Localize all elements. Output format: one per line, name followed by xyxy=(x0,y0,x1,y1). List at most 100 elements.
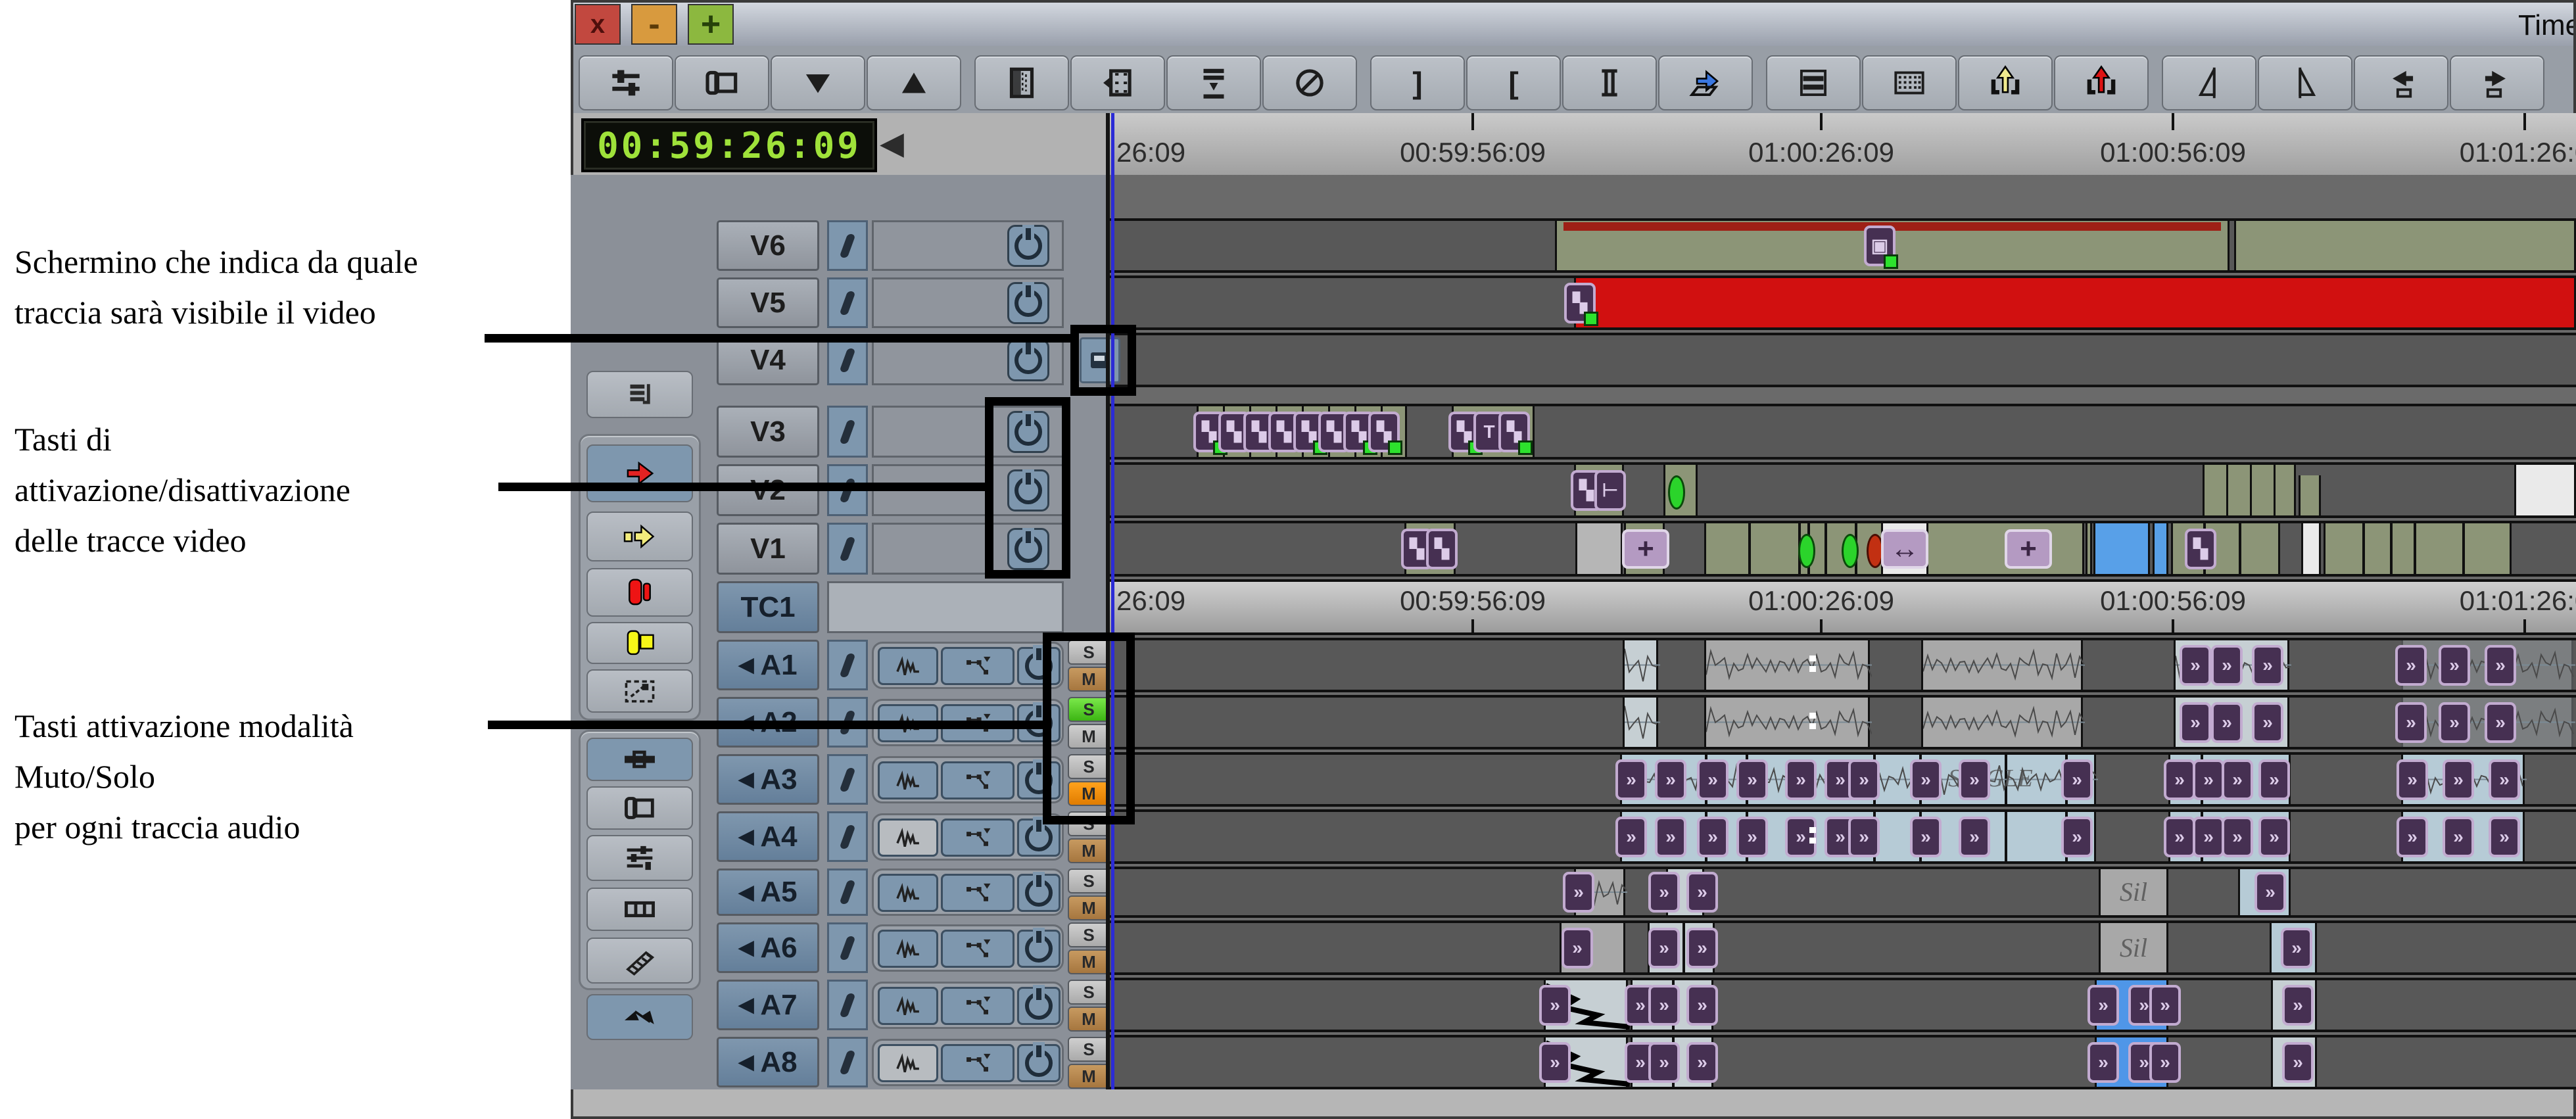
timeline-clip[interactable]: » xyxy=(1544,1037,1628,1087)
timeline-clip[interactable]: ▚⊢ xyxy=(1574,465,1624,515)
sidebar-button-yellow-arrow[interactable] xyxy=(586,512,693,561)
sidebar-button-list-menu[interactable] xyxy=(586,371,693,418)
toolbar-button-segment-mode[interactable] xyxy=(1766,55,1861,110)
timeline-clip[interactable]: ▚T▚ xyxy=(1452,406,1535,457)
toolbar-button-dissolve[interactable] xyxy=(974,55,1069,110)
timeline-clip[interactable] xyxy=(2301,523,2321,574)
timeline-clip[interactable]: » xyxy=(2271,980,2317,1030)
timeline-clip[interactable]: »»»» xyxy=(2168,755,2291,804)
waveform-button[interactable] xyxy=(878,874,938,912)
toolbar-button-step-up[interactable] xyxy=(867,55,961,110)
toolbar-button-collapse[interactable] xyxy=(1166,55,1261,110)
timeline-clip[interactable]: ▚▚ xyxy=(1404,523,1456,574)
automation-button[interactable] xyxy=(941,761,1014,799)
mute-button-a6[interactable]: M xyxy=(1068,949,1110,974)
effect-icon-audio[interactable]: » xyxy=(2485,702,2516,743)
effect-icon-audio[interactable]: » xyxy=(1648,1042,1680,1083)
automation-button[interactable] xyxy=(941,987,1014,1025)
effect-icon-audio[interactable]: » xyxy=(2439,702,2470,743)
green-keyframe-oval[interactable] xyxy=(1668,475,1685,510)
track-lane-v6[interactable]: ▣ xyxy=(1110,218,2576,273)
effect-icon-audio[interactable]: » xyxy=(2087,1042,2119,1083)
timecode-collapse-arrow-icon[interactable]: ◀ xyxy=(880,125,904,162)
effect-icon-audio[interactable]: » xyxy=(1959,759,1990,800)
effect-icon-checker[interactable]: ▚ xyxy=(1498,412,1530,452)
toolbar-button-track-sliders[interactable] xyxy=(579,55,673,110)
pencil-cell-a4[interactable] xyxy=(827,811,868,862)
sidebar-button-yellow-clip[interactable] xyxy=(586,622,693,664)
effect-icon-audio[interactable]: » xyxy=(1655,759,1686,800)
sidebar-button-effect-outline[interactable] xyxy=(586,669,693,713)
zoom-button[interactable]: + xyxy=(688,4,734,45)
solo-button-a5[interactable]: S xyxy=(1068,869,1110,893)
timeline-clip[interactable]: Sil xyxy=(2099,869,2168,915)
toolbar-button-trim-a[interactable] xyxy=(2162,55,2256,110)
effect-icon-audio[interactable]: » xyxy=(2281,928,2312,968)
timeline-clip[interactable]: ▚▚▚▚▚▚▚▚ xyxy=(1197,406,1407,457)
timeline-clip[interactable] xyxy=(2299,475,2321,515)
track-name-tc1[interactable]: TC1 xyxy=(717,581,819,633)
toolbar-button-splice-in[interactable] xyxy=(1658,55,1753,110)
effect-icon-audio[interactable]: » xyxy=(2180,702,2211,743)
toolbar-button-add-edit[interactable] xyxy=(1562,55,1657,110)
effect-icon-audio[interactable]: » xyxy=(1848,759,1880,800)
effect-icon-audio[interactable]: » xyxy=(2149,985,2181,1026)
timeline-clip[interactable]: »»» xyxy=(1631,980,1713,1030)
timeline-clip[interactable] xyxy=(2234,221,2576,270)
effect-icon-audio[interactable]: » xyxy=(2395,645,2427,686)
solo-button-a8[interactable]: S xyxy=(1068,1037,1110,1062)
timeline-clip[interactable] xyxy=(2153,523,2168,574)
track-lane-a3[interactable]: »»»»»»»»»»SINGLE»»»»»»» xyxy=(1110,752,2576,807)
track-lane-a6[interactable]: »»»Sil» xyxy=(1110,920,2576,975)
track-lane-a7[interactable]: »»»»»»»» xyxy=(1110,978,2576,1032)
pencil-cell-a8[interactable] xyxy=(827,1037,868,1087)
sidebar-button-audio-mixer[interactable] xyxy=(586,835,693,881)
toolbar-button-trim-b[interactable] xyxy=(2258,55,2352,110)
timeline-clip[interactable] xyxy=(1704,640,1870,690)
mute-button-a7[interactable]: M xyxy=(1068,1007,1110,1032)
audio-power-button[interactable] xyxy=(1017,930,1061,968)
track-lane-a1[interactable]: »»»»»» xyxy=(1110,638,2576,692)
automation-button[interactable] xyxy=(941,819,1014,857)
track-name-v1[interactable]: V1 xyxy=(717,523,819,575)
timeline-clip[interactable]: »» xyxy=(1666,869,1704,915)
pencil-cell-a7[interactable] xyxy=(827,980,868,1030)
effect-icon-audio[interactable]: » xyxy=(1697,817,1729,857)
effect-icon-audio[interactable]: » xyxy=(1655,817,1686,857)
timeline-clip[interactable] xyxy=(1921,698,2083,747)
timeline-clip[interactable] xyxy=(1921,640,2083,690)
timeline-clip[interactable]: »»» xyxy=(2095,1037,2168,1087)
track-lane-v1[interactable]: ▚▚+↔+▚ xyxy=(1110,521,2576,577)
toolbar-button-mark-in[interactable]: [ xyxy=(1466,55,1561,110)
timeline-clip[interactable]: »»»»»»»»»»SINGLE xyxy=(1620,755,2096,804)
timeline-clip[interactable]: »»» xyxy=(2174,698,2289,747)
sidebar-button-red-arrow[interactable] xyxy=(586,444,693,502)
effect-icon-audio[interactable]: » xyxy=(2222,759,2253,800)
timeline-clip[interactable]: » xyxy=(1560,923,1625,972)
automation-button[interactable] xyxy=(941,647,1014,685)
track-name-a7[interactable]: ◀A7 xyxy=(717,980,819,1030)
audio-power-button[interactable] xyxy=(1017,1044,1061,1082)
green-keyframe-oval[interactable] xyxy=(1798,534,1815,568)
toolbar-button-trim-left[interactable] xyxy=(2354,55,2448,110)
effect-icon-bar[interactable]: ⊢ xyxy=(1594,470,1626,511)
effect-icon-audio[interactable]: » xyxy=(1539,985,1571,1026)
timeline-clip[interactable]: »»» xyxy=(2095,980,2168,1030)
timeline-clip[interactable] xyxy=(2514,465,2576,515)
toolbar-button-copy-frames[interactable] xyxy=(675,55,769,110)
timeline-clip[interactable] xyxy=(1704,698,1870,747)
timeline-clip[interactable]: » xyxy=(1544,980,1628,1030)
audio-power-button[interactable] xyxy=(1017,987,1061,1025)
track-power-button-v5[interactable] xyxy=(1007,282,1049,324)
waveform-button[interactable] xyxy=(878,987,938,1025)
effect-icon-audio[interactable]: » xyxy=(1785,759,1817,800)
track-lane-a8[interactable]: »»»»»»»» xyxy=(1110,1035,2576,1089)
timeline-clip[interactable]: ↔+ xyxy=(1704,523,2084,574)
timeline-clip[interactable]: » xyxy=(2238,869,2291,915)
effect-icon-audio[interactable]: » xyxy=(1910,759,1942,800)
minimize-button[interactable]: - xyxy=(631,4,677,45)
effect-icon-audio[interactable]: » xyxy=(2222,817,2253,857)
sidebar-button-toggle-view[interactable] xyxy=(586,994,693,1040)
track-power-button-v4[interactable] xyxy=(1007,339,1049,381)
effect-icon-audio[interactable]: » xyxy=(1686,928,1718,968)
